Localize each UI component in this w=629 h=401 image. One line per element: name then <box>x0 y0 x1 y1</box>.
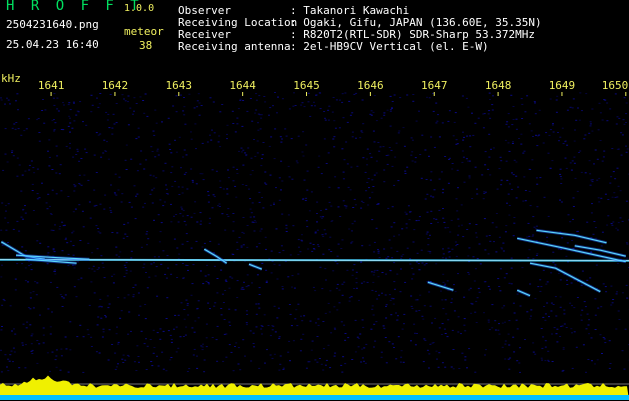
x-tick-label: 1647 <box>421 79 448 92</box>
mode-count: 38 <box>139 40 152 52</box>
mode-label: meteor <box>124 26 164 38</box>
antenna-value: : 2el-HB9CV Vertical (el. E-W) <box>290 41 489 53</box>
x-tick-label: 1650 <box>602 79 629 92</box>
x-tick-label: 1646 <box>357 79 384 92</box>
level-bar-base <box>0 395 629 400</box>
spectrogram-plot <box>0 92 629 400</box>
y-unit-label: kHz <box>1 72 21 85</box>
date-time: 25.04.23 16:40 <box>6 39 99 51</box>
file-name: 2504231640.png <box>6 19 99 31</box>
antenna-key: Receiving antenna <box>178 41 291 53</box>
x-tick-label: 1642 <box>102 79 129 92</box>
x-tick-label: 1645 <box>293 79 320 92</box>
x-tick-label: 1644 <box>229 79 256 92</box>
x-tick-label: 1649 <box>549 79 576 92</box>
app-version: 1.0.0 <box>124 3 154 15</box>
x-tick-label: 1643 <box>166 79 193 92</box>
app-title: H R O F F T <box>6 0 143 12</box>
x-tick-label: 1648 <box>485 79 512 92</box>
x-tick-label: 1641 <box>38 79 65 92</box>
